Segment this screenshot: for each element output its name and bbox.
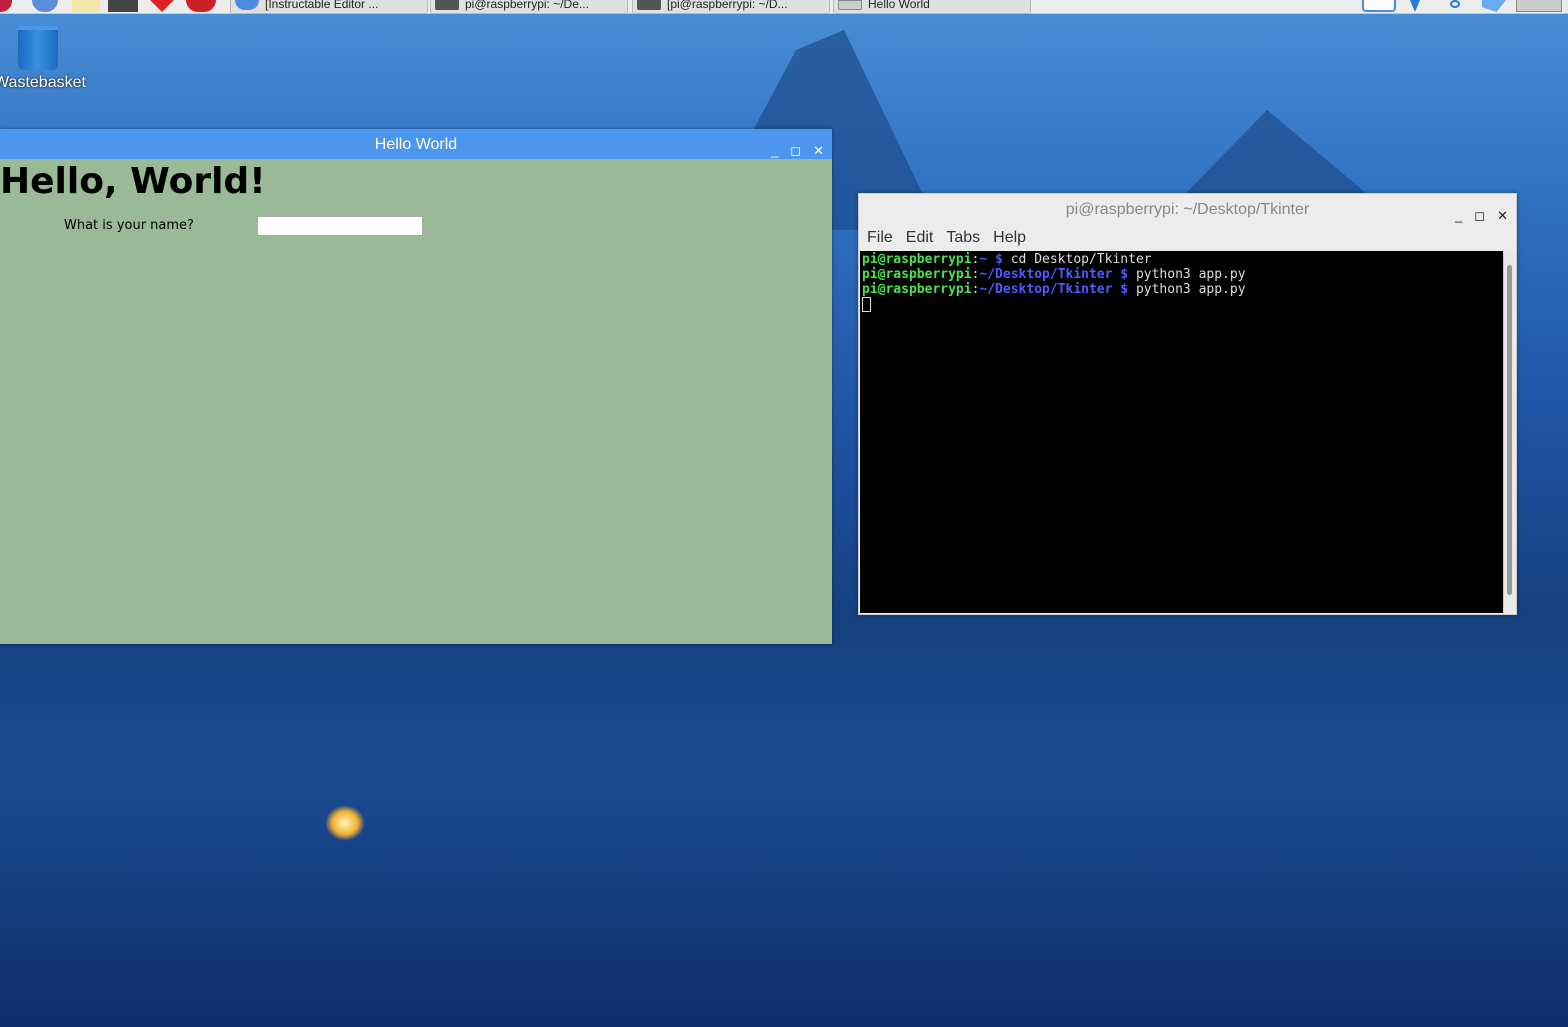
taskbar: [Instructable Editor ... pi@raspberrypi:… [0,0,1568,14]
terminal-line: pi@raspberrypi:~/Desktop/Tkinter $ pytho… [862,267,1246,282]
task-hello-world[interactable]: Hello World [833,0,1031,14]
vnc-icon[interactable] [1362,0,1396,12]
menu-help[interactable]: Help [993,224,1026,251]
terminal-screen[interactable]: pi@raspberrypi:~ $ cd Desktop/Tkinter pi… [860,251,1504,613]
heading: Hello, World! [0,161,266,202]
task-label: [pi@raspberrypi: ~/D... [667,0,788,11]
command: python3 app.py [1135,267,1246,282]
network-icon[interactable] [1450,0,1460,8]
close-icon[interactable]: ✕ [1497,200,1508,232]
terminal-line: pi@raspberrypi:~ $ cd Desktop/Tkinter [862,252,1152,267]
prompt-path: ~/Desktop/Tkinter [979,282,1113,297]
raspberry-menu-icon[interactable] [0,0,12,12]
scrollbar[interactable] [1503,251,1515,613]
clock[interactable] [1516,0,1562,12]
title-bar[interactable]: Hello World _ ◻ ✕ [0,129,832,159]
prompt-symbol: $ [1120,282,1129,297]
bluetooth-icon[interactable] [1410,0,1420,12]
maximize-icon[interactable]: ◻ [790,135,801,167]
scrollbar-thumb[interactable] [1507,265,1512,595]
menu-edit[interactable]: Edit [906,224,934,251]
task-instructable-editor[interactable]: [Instructable Editor ... [230,0,428,14]
terminal-line: pi@raspberrypi:~/Desktop/Tkinter $ pytho… [862,282,1246,297]
name-label: What is your name? [64,218,194,233]
prompt-path: ~ [979,252,988,267]
terminal-icon[interactable] [108,0,138,12]
mathematica-icon[interactable] [150,0,174,12]
menu-tabs[interactable]: Tabs [946,224,980,251]
terminal-window: pi@raspberrypi: ~/Desktop/Tkinter _ ◻ ✕ Fi… [858,193,1517,615]
minimize-icon[interactable]: _ [771,135,778,167]
task-label: Hello World [868,0,930,11]
prompt-user: pi@raspberrypi [862,282,972,297]
task-terminal-2[interactable]: [pi@raspberrypi: ~/D... [632,0,830,14]
prompt-user: pi@raspberrypi [862,252,972,267]
window-title: pi@raspberrypi: ~/Desktop/Tkinter [1065,201,1310,218]
task-terminal-1[interactable]: pi@raspberrypi: ~/De... [430,0,628,14]
command: cd Desktop/Tkinter [1010,252,1152,267]
wastebasket-label: Wastebasket [0,74,86,91]
menu-file[interactable]: File [867,224,893,251]
name-input[interactable] [257,216,423,236]
window-title: Hello World [374,136,458,153]
file-manager-icon[interactable] [72,0,100,12]
prompt-symbol: $ [1120,267,1129,282]
prompt-path: ~/Desktop/Tkinter [979,267,1113,282]
task-label: pi@raspberrypi: ~/De... [465,0,589,11]
close-icon[interactable]: ✕ [813,135,824,167]
trash-icon [18,26,58,70]
title-bar[interactable]: pi@raspberrypi: ~/Desktop/Tkinter _ ◻ ✕ [859,194,1516,224]
prompt-user: pi@raspberrypi [862,267,972,282]
maximize-icon[interactable]: ◻ [1474,200,1485,232]
menu-bar: File Edit Tabs Help [859,224,1516,251]
lantern-glow [325,805,365,841]
wastebasket-desktop-icon[interactable]: Wastebasket [0,26,90,92]
wolfram-icon[interactable] [186,0,216,12]
browser-icon[interactable] [32,0,58,12]
text-cursor [862,297,871,312]
task-label: [Instructable Editor ... [265,0,379,11]
volume-icon[interactable] [1482,0,1506,12]
minimize-icon[interactable]: _ [1455,200,1462,232]
prompt-symbol: $ [995,252,1003,267]
hello-world-window: Hello World _ ◻ ✕ Hello, World! What is yo… [0,129,832,644]
command: python3 app.py [1135,282,1246,297]
